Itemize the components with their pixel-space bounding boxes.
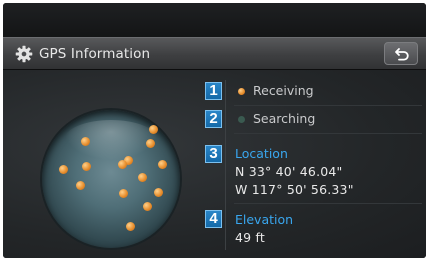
satellite-dot: [119, 189, 128, 198]
legend-number-badge: 2: [205, 110, 222, 128]
vertical-divider: [225, 80, 226, 250]
latitude-value: N 33° 40' 46.04": [235, 164, 343, 179]
top-status-strip: [3, 3, 426, 37]
elevation-value: 49 ft: [235, 230, 265, 245]
satellite-dot: [154, 188, 163, 197]
location-number-badge: 3: [205, 145, 222, 163]
satellite-dot: [146, 139, 155, 148]
elevation-label: Elevation: [235, 212, 294, 227]
satellite-dot: [138, 173, 147, 182]
longitude-value: W 117° 50' 56.33": [235, 182, 354, 197]
elevation-number-badge: 4: [205, 210, 222, 228]
radar-sheen: [64, 120, 158, 160]
legend-number-badge: 1: [205, 82, 222, 100]
satellite-dot: [126, 222, 135, 231]
back-arrow-icon: [395, 48, 409, 61]
satellite-dot: [149, 125, 158, 134]
receiving-dot-icon: [238, 88, 245, 95]
legend-label-searching: Searching: [253, 111, 316, 126]
satellite-dot: [81, 137, 90, 146]
searching-dot-icon: [238, 116, 245, 123]
satellite-sky-view: [42, 110, 180, 248]
satellite-dot: [59, 165, 68, 174]
satellite-dot: [158, 160, 167, 169]
gear-icon: [15, 45, 33, 63]
satellite-dot: [76, 181, 85, 190]
row-separator: [234, 133, 422, 134]
page-title: GPS Information: [39, 46, 151, 62]
header-bar: GPS Information: [3, 37, 426, 70]
gps-content: 1 Receiving 2 Searching 3 Location N 33°…: [3, 70, 426, 258]
location-label: Location: [235, 146, 288, 161]
row-separator: [234, 203, 422, 204]
satellite-dot: [118, 160, 127, 169]
satellite-dot: [82, 162, 91, 171]
row-separator: [234, 105, 422, 106]
satellite-dot: [143, 202, 152, 211]
gps-information-screen: GPS Information 1 Receiving 2 Searching …: [3, 3, 426, 258]
legend-label-receiving: Receiving: [253, 83, 314, 98]
back-button[interactable]: [384, 42, 418, 65]
